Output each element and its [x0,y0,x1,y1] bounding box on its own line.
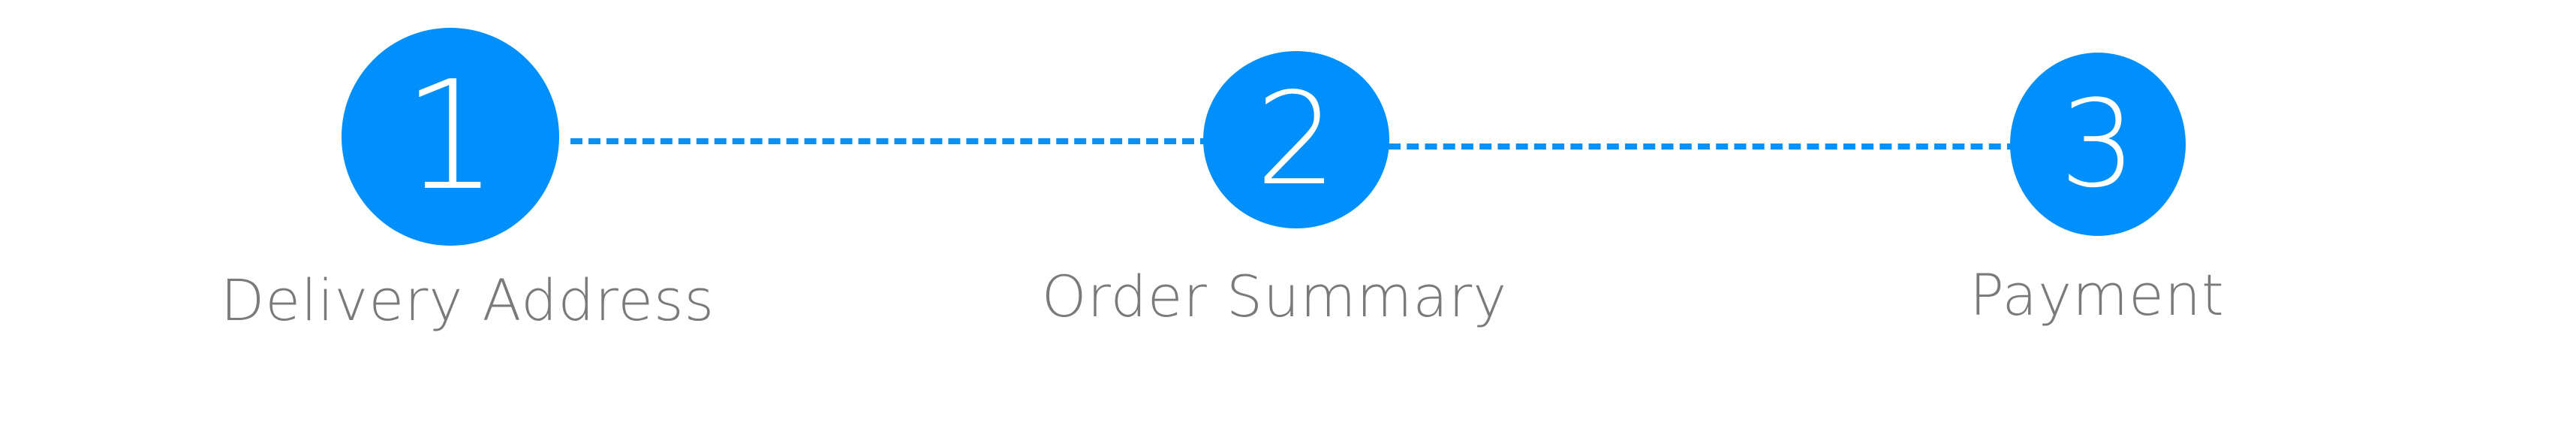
step-3-indicator[interactable]: 3 [2010,53,2186,236]
step-1-label[interactable]: Delivery Address [221,267,715,334]
step-1-indicator[interactable]: 1 [342,28,559,246]
step-connector-1-2 [570,138,1212,144]
step-2-number: 2 [1255,65,1338,214]
checkout-stepper: 1 Delivery Address 2 Order Summary 3 Pay… [0,0,2576,426]
step-3-label[interactable]: Payment [1970,261,2225,328]
step-2-indicator[interactable]: 2 [1203,51,1389,228]
step-2-label[interactable]: Order Summary [1042,263,1507,330]
step-1-number: 1 [402,49,498,224]
step-3-number: 3 [2060,74,2136,214]
step-connector-2-3 [1389,144,2019,150]
